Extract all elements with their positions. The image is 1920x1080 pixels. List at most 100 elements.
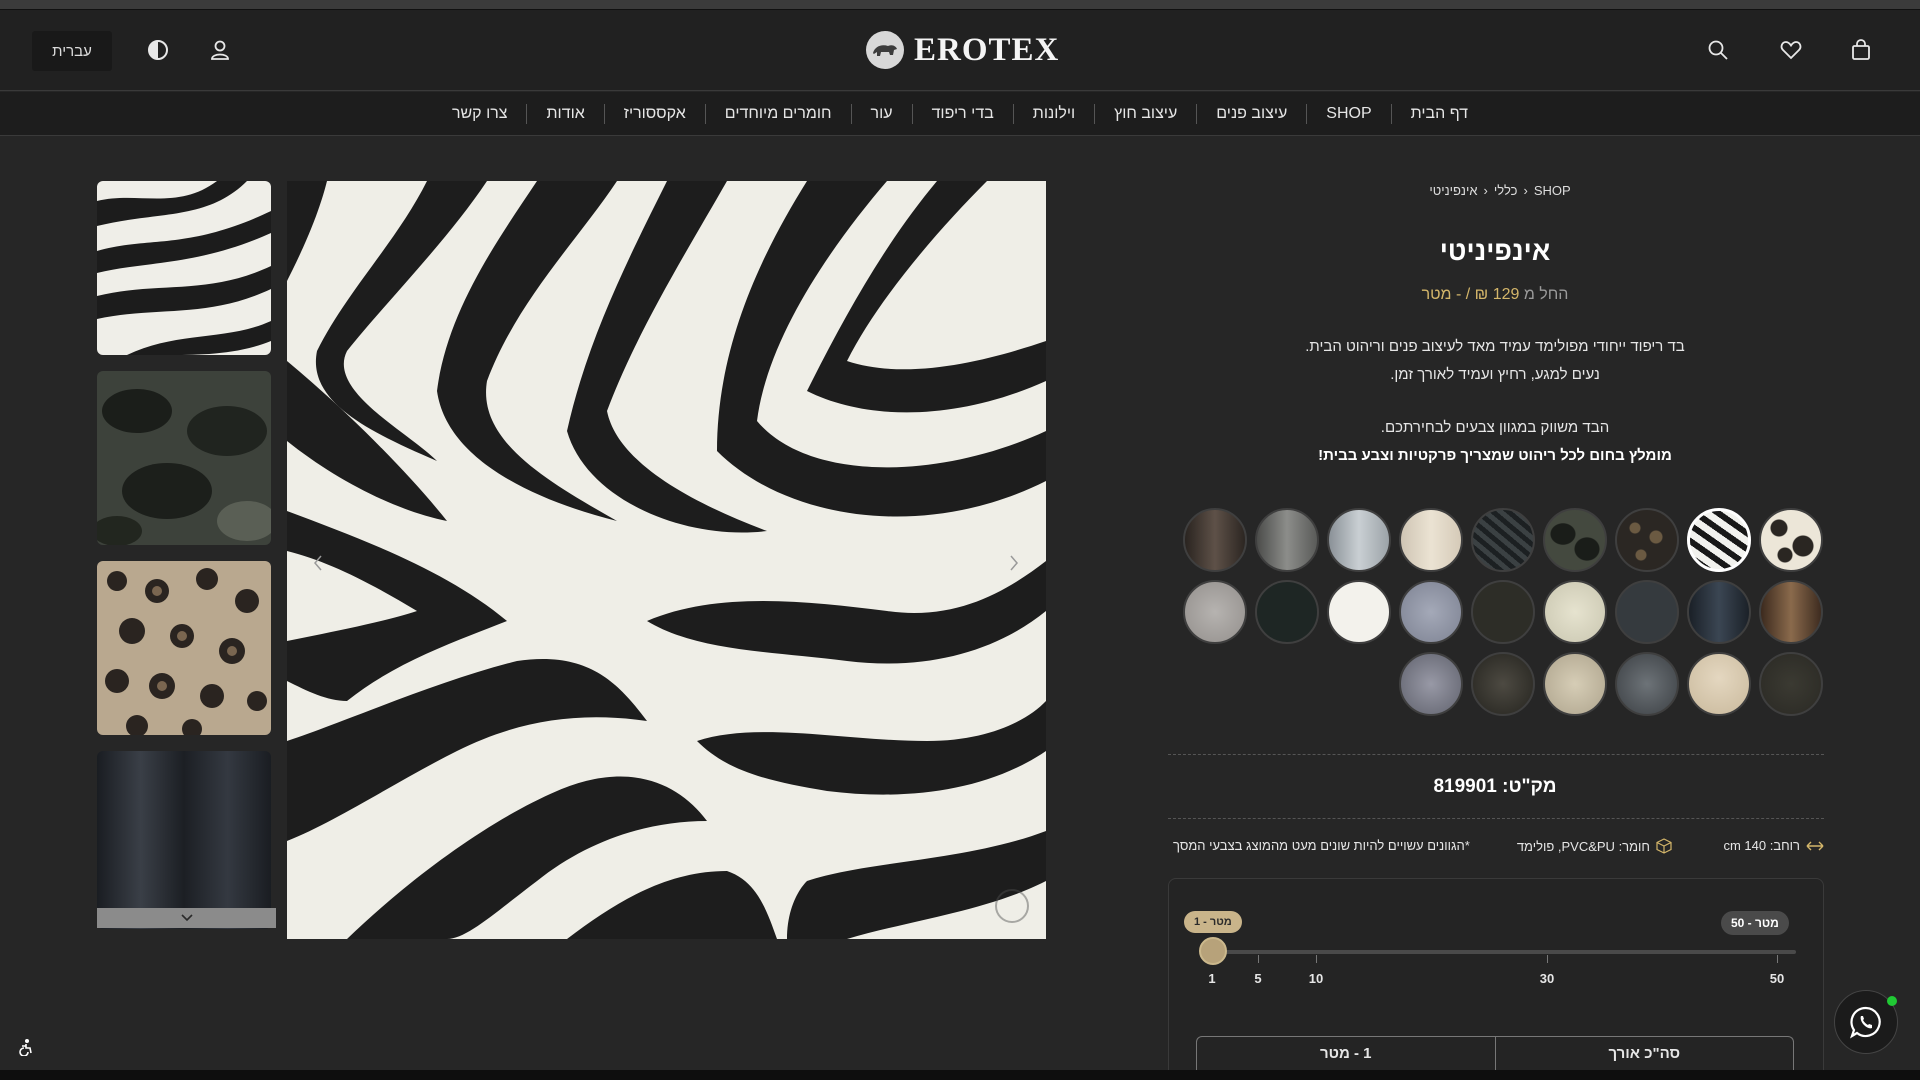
swatch-light-gray[interactable] (1183, 580, 1247, 644)
logo-text: EROTEX (914, 31, 1060, 68)
spec-note-text: *הגוונים עשויים להיות שונים מעט מהמוצג ב… (1173, 838, 1470, 853)
whatsapp-icon (1850, 1006, 1881, 1039)
swatch-white[interactable] (1327, 580, 1391, 644)
price-prefix: החל מ (1523, 286, 1569, 303)
breadcrumb: SHOP › כללי › אינפיניטי (1400, 183, 1600, 198)
breadcrumb-shop[interactable]: SHOP (1534, 183, 1571, 198)
search-icon[interactable] (1704, 36, 1732, 64)
breadcrumb-current: אינפיניטי (1429, 183, 1478, 198)
divider (1168, 754, 1824, 755)
description-line-2: נעים למגע, רחיץ ועמיד לאורך זמן. (1390, 366, 1600, 383)
user-icon[interactable] (206, 36, 234, 64)
spec-width: רוחב: 140 cm (1723, 838, 1824, 853)
thumbnail-leopard[interactable] (97, 561, 271, 735)
product-specs: רוחב: 140 cm חומר: PVC&PU, פולימד *הגוונ… (1168, 838, 1824, 862)
nav-item-shop[interactable]: SHOP (1306, 103, 1390, 124)
swatch-blue-gray[interactable] (1399, 580, 1463, 644)
swatch-camo-dark[interactable] (1543, 508, 1607, 572)
swatch-zebra-dark[interactable] (1471, 508, 1535, 572)
slider-label-1: 1 (1208, 971, 1216, 986)
swatch-charcoal-gray[interactable] (1255, 508, 1319, 572)
breadcrumb-general[interactable]: כללי (1494, 183, 1518, 198)
thumbnails-scroll-down[interactable] (97, 908, 276, 928)
zoom-icon[interactable] (995, 889, 1029, 923)
current-length-badge: 1 - מטר (1184, 911, 1242, 933)
thumbnail-dark-stripe[interactable] (97, 751, 271, 929)
window-top-strip (0, 0, 1920, 10)
online-status-dot (1887, 996, 1897, 1006)
main-product-image[interactable] (287, 181, 1046, 939)
product-sku: מק"ט: 819901 (1433, 776, 1557, 797)
nav-item-curtains[interactable]: וילונות (1012, 103, 1094, 124)
swatch-silver-gray[interactable] (1327, 508, 1391, 572)
swatch-brown-stripe[interactable] (1759, 580, 1823, 644)
shopping-bag-icon[interactable] (1847, 36, 1875, 64)
description-line-4: מומלץ בחום לכל ריהוט שמצריך פרקטיות וצבע… (1318, 447, 1672, 464)
chevron-left-icon (314, 555, 322, 571)
main-navigation: דף הבית SHOP עיצוב פנים עיצוב חוץ וילונו… (0, 92, 1920, 136)
breadcrumb-separator: › (1523, 183, 1528, 198)
language-button[interactable]: עברית (32, 31, 112, 71)
swatch-dark-green[interactable] (1255, 580, 1319, 644)
heart-icon[interactable] (1777, 36, 1805, 64)
length-slider-track[interactable] (1212, 950, 1796, 954)
length-summary: סה"כ אורך 1 - מטר (1196, 1036, 1794, 1070)
swatch-cream[interactable] (1399, 508, 1463, 572)
nav-item-about[interactable]: אודות (526, 103, 603, 124)
previous-image-arrow[interactable] (308, 548, 328, 578)
nav-item-upholstery[interactable]: בדי ריפוד (911, 103, 1013, 124)
nav-item-special-materials[interactable]: חומרים מיוחדים (704, 103, 851, 124)
nav-item-accessories[interactable]: אקססוריז (603, 103, 705, 124)
total-length-value: 1 - מטר (1319, 1045, 1372, 1062)
product-title: אינפיניטי (1439, 236, 1551, 266)
breadcrumb-separator: › (1483, 183, 1488, 198)
swatch-cream-mottle[interactable] (1543, 652, 1607, 716)
spec-material-text: חומר: PVC&PU, פולימד (1516, 838, 1650, 854)
swatch-steel-mottle[interactable] (1615, 652, 1679, 716)
logo-emblem-icon (866, 31, 904, 69)
slider-tick (1316, 955, 1317, 963)
thumbnail-zebra[interactable] (97, 181, 271, 355)
spec-material: חומר: PVC&PU, פולימד (1517, 838, 1672, 854)
product-price: החל מ 129 ₪ / - מטר (1300, 286, 1690, 304)
swatch-cream-solid[interactable] (1687, 652, 1751, 716)
swatch-cream-black-spots[interactable] (1759, 508, 1823, 572)
swatch-dark-slate[interactable] (1615, 580, 1679, 644)
swatch-navy-stripe[interactable] (1687, 580, 1751, 644)
length-slider-handle[interactable] (1199, 937, 1227, 965)
swatch-zebra[interactable] (1687, 508, 1751, 572)
swatch-black-mottle[interactable] (1471, 652, 1535, 716)
site-header: עברית EROTEX (0, 10, 1920, 91)
swatch-dark-mottle[interactable] (1759, 652, 1823, 716)
nav-item-interior-design[interactable]: עיצוב פנים (1196, 103, 1306, 124)
site-logo[interactable]: EROTEX (866, 30, 1059, 70)
swatch-gray-mottle[interactable] (1399, 652, 1463, 716)
slider-tick (1258, 955, 1259, 963)
next-image-arrow[interactable] (1004, 548, 1024, 578)
swatch-cream-textured[interactable] (1543, 580, 1607, 644)
divider (1168, 818, 1824, 819)
swatch-dark-olive[interactable] (1471, 580, 1535, 644)
contrast-icon[interactable] (144, 36, 172, 64)
swatch-leopard-dark[interactable] (1615, 508, 1679, 572)
description-line-3: הבד משווק במגוון צבעים לבחירתכם. (1380, 419, 1610, 436)
swatch-dark-brown[interactable] (1183, 508, 1247, 572)
chevron-right-icon (1010, 555, 1018, 571)
slider-label-5: 5 (1254, 971, 1262, 986)
width-arrows-icon (1806, 841, 1824, 850)
slider-label-30: 30 (1539, 971, 1555, 986)
nav-item-home[interactable]: דף הבית (1390, 103, 1487, 124)
slider-label-50: 50 (1769, 971, 1785, 986)
spec-width-text: רוחב: 140 cm (1723, 838, 1800, 853)
description-line-1: בד ריפוד ייחודי מפולימד עמיד מאד לעיצוב … (1305, 338, 1685, 355)
accessibility-icon[interactable] (14, 1036, 36, 1058)
slider-tick (1777, 955, 1778, 963)
slider-tick (1547, 955, 1548, 963)
nav-item-contact[interactable]: צרו קשר (433, 104, 527, 124)
price-value: 129 ₪ / - מטר (1421, 286, 1520, 303)
thumbnail-camo[interactable] (97, 371, 271, 545)
nav-item-outdoor-design[interactable]: עיצוב חוץ (1094, 103, 1196, 124)
window-bottom-strip (0, 1070, 1920, 1080)
total-length-label: סה"כ אורך (1494, 1037, 1794, 1070)
nav-item-leather[interactable]: עור (850, 103, 912, 124)
